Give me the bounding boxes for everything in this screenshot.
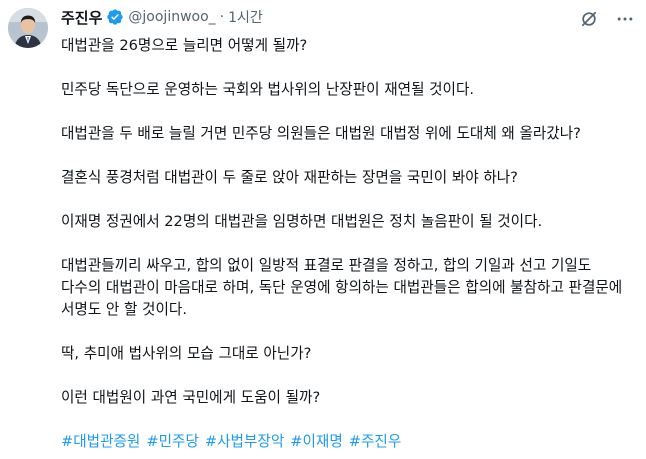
tweet-header: 주진우 @joojinwoo_ · 1시간 [61, 6, 263, 28]
author-name[interactable]: 주진우 [61, 7, 102, 28]
tweet-paragraph: 대법관을 26명으로 늘리면 어떻게 될까? [61, 37, 308, 54]
tweet-text: 대법관을 26명으로 늘리면 어떻게 될까? 민주당 독단으로 운영하는 국회와… [61, 35, 636, 453]
avatar[interactable] [8, 8, 48, 48]
timestamp[interactable]: 1시간 [228, 7, 263, 27]
more-options-icon[interactable] [614, 8, 636, 30]
tweet-paragraph: 이재명 정권에서 22명의 대법관을 임명하면 대법원은 정치 놀음판이 될 것… [61, 213, 543, 230]
tweet-paragraph: 딱, 추미애 법사위의 모습 그대로 아닌가? [61, 345, 312, 362]
tweet-paragraph: 결혼식 풍경처럼 대법관이 두 줄로 앉아 재판하는 장면을 국민이 봐야 하나… [61, 169, 518, 186]
author-handle[interactable]: @joojinwoo_ [128, 9, 215, 25]
separator-dot: · [219, 9, 225, 25]
tweet-paragraph: 민주당 독단으로 운영하는 국회와 법사위의 난장판이 재연될 것이다. [61, 81, 475, 98]
hashtag-list: #대법관증원 #민주당 #사법부장악 #이재명 #주진우 [61, 431, 636, 453]
hashtag-link[interactable]: #민주당 [146, 431, 199, 453]
tweet-actions-top [578, 8, 636, 30]
hashtag-link[interactable]: #사법부장악 [205, 431, 284, 453]
tweet: 주진우 @joojinwoo_ · 1시간 대법관을 26명으로 늘리면 어떻게… [0, 0, 646, 459]
grok-icon[interactable] [578, 8, 600, 30]
verified-badge-icon [106, 8, 124, 26]
hashtag-link[interactable]: #이재명 [290, 431, 343, 453]
tweet-paragraph: 대법관을 두 배로 늘릴 거면 민주당 의원들은 대법원 대법정 위에 도대체 … [61, 125, 581, 142]
hashtag-link[interactable]: #대법관증원 [61, 431, 140, 453]
hashtag-link[interactable]: #주진우 [349, 431, 402, 453]
tweet-paragraph: 이런 대법원이 과연 국민에게 도움이 될까? [61, 389, 321, 406]
tweet-paragraph: 대법관들끼리 싸우고, 합의 없이 일방적 표결로 판결을 정하고, 합의 기일… [61, 257, 623, 318]
